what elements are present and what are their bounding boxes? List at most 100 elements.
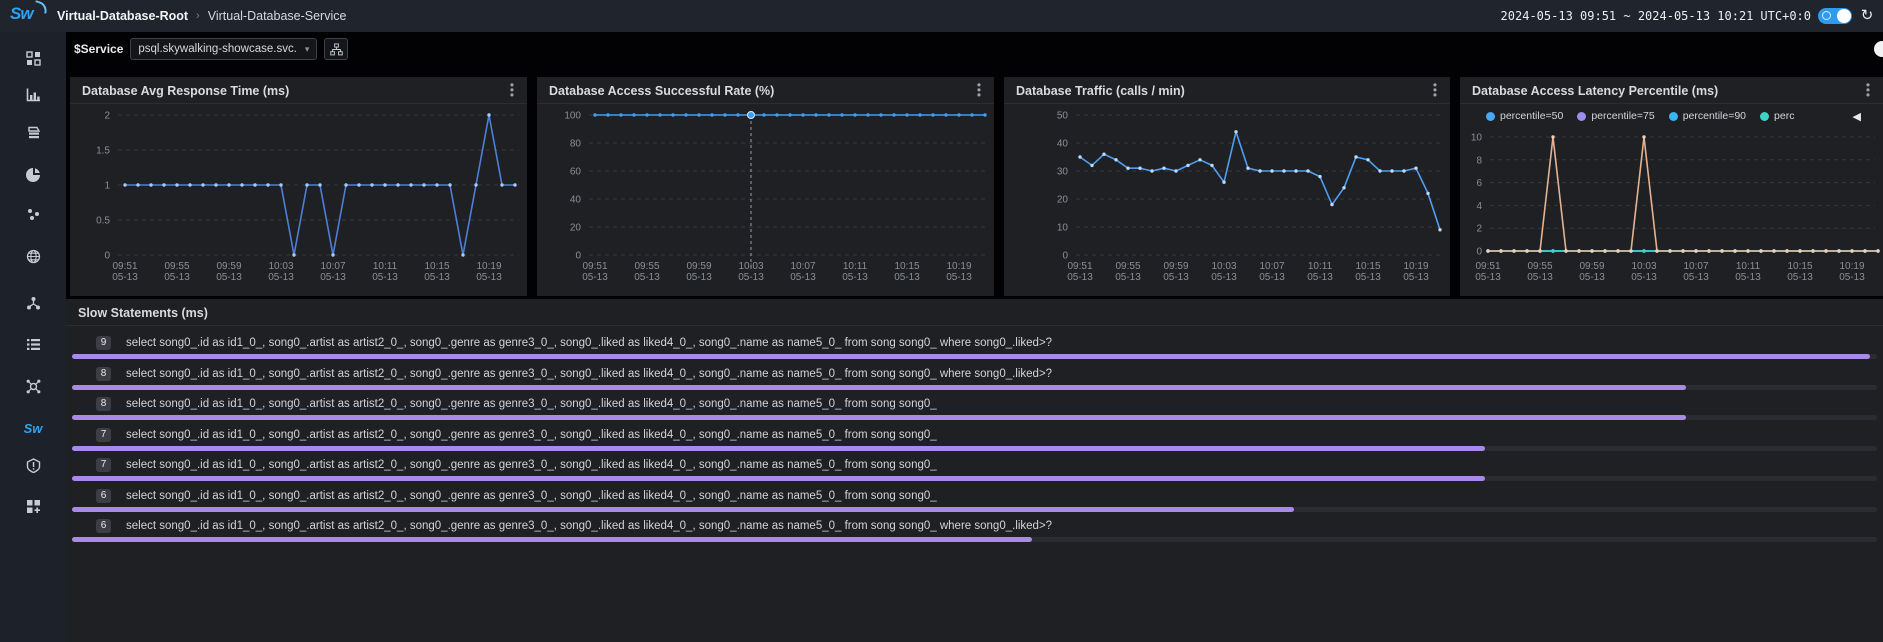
- panel-title: Database Access Latency Percentile (ms): [1472, 84, 1718, 98]
- svg-text:10: 10: [1471, 133, 1483, 144]
- breadcrumb-leaf[interactable]: Virtual-Database-Service: [208, 9, 347, 23]
- sidebar-item-database[interactable]: [0, 120, 66, 146]
- pie-chart-icon: [26, 168, 41, 183]
- statement-sql-text: select song0_.id as id1_0_, song0_.artis…: [126, 520, 1863, 532]
- slow-statement-row[interactable]: 8select song0_.id as id1_0_, song0_.arti…: [66, 366, 1883, 396]
- panel-chart-2: Database Traffic (calls / min) ••• 0102030…: [1004, 77, 1450, 296]
- svg-text:60: 60: [570, 167, 582, 178]
- sidebar-item-topology[interactable]: [0, 290, 66, 316]
- svg-text:05-13: 05-13: [216, 272, 242, 283]
- svg-text:05-13: 05-13: [738, 272, 764, 283]
- sidebar-item-dashboards[interactable]: [0, 45, 66, 71]
- statement-bar-track: [72, 415, 1877, 420]
- skywalking-dashboard: Sw Virtual-Database-Root › Virtual-Datab…: [0, 0, 1883, 642]
- svg-text:10:11: 10:11: [373, 261, 398, 272]
- statement-latency-badge: 7: [96, 428, 111, 442]
- top-bar: Sw Virtual-Database-Root › Virtual-Datab…: [0, 0, 1883, 32]
- refresh-icon[interactable]: ↻: [1859, 8, 1875, 24]
- svg-text:10:19: 10:19: [476, 261, 501, 272]
- sidebar-item-grid-plus[interactable]: [0, 493, 66, 519]
- statement-latency-bar: [72, 537, 1032, 542]
- chart-plot-0[interactable]: 00.511.5209:5105-1309:5505-1309:5905-131…: [70, 104, 527, 296]
- sidebar-item-alert[interactable]: [0, 452, 66, 478]
- sidebar-item-network[interactable]: [0, 373, 66, 399]
- svg-text:09:59: 09:59: [1579, 261, 1604, 272]
- chart-plot-1[interactable]: 02040608010009:5105-1309:5505-1309:5905-…: [537, 104, 994, 296]
- statement-bar-track: [72, 446, 1877, 451]
- database-icon: [26, 126, 41, 141]
- sidebar-item-skywalking[interactable]: Sw: [0, 415, 66, 441]
- globe-icon: [26, 249, 41, 264]
- statement-sql-text: select song0_.id as id1_0_, song0_.artis…: [126, 459, 1863, 471]
- utc-label[interactable]: UTC+0:0: [1760, 9, 1811, 23]
- svg-text:09:59: 09:59: [216, 261, 241, 272]
- list-icon: [26, 337, 41, 352]
- slow-statement-row[interactable]: 9select song0_.id as id1_0_, song0_.arti…: [66, 335, 1883, 365]
- statement-bar-track: [72, 354, 1877, 359]
- chart-plot-2[interactable]: 0102030405009:5105-1309:5505-1309:5905-1…: [1004, 104, 1450, 296]
- sidebar-item-globe[interactable]: [0, 243, 66, 269]
- svg-text:05-13: 05-13: [1475, 272, 1501, 283]
- service-bar: $Service psql.skywalking-showcase.svc. ▾: [66, 32, 1883, 66]
- slow-statement-row[interactable]: 6select song0_.id as id1_0_, song0_.arti…: [66, 488, 1883, 518]
- svg-text:10:03: 10:03: [1631, 261, 1656, 272]
- slow-statement-row[interactable]: 7select song0_.id as id1_0_, song0_.arti…: [66, 457, 1883, 487]
- slow-statement-row[interactable]: 7select song0_.id as id1_0_, song0_.arti…: [66, 427, 1883, 457]
- panel-title: Database Avg Response Time (ms): [82, 84, 289, 98]
- service-select[interactable]: psql.skywalking-showcase.svc. ▾: [130, 38, 317, 60]
- svg-text:09:55: 09:55: [1527, 261, 1552, 272]
- dashboards-icon: [26, 51, 41, 66]
- svg-text:1.5: 1.5: [96, 146, 110, 157]
- svg-text:05-13: 05-13: [1163, 272, 1189, 283]
- svg-text:05-13: 05-13: [894, 272, 920, 283]
- svg-text:10:07: 10:07: [320, 261, 345, 272]
- topology-icon: [26, 296, 41, 311]
- sidebar-item-list[interactable]: [0, 331, 66, 357]
- svg-text:05-13: 05-13: [1067, 272, 1093, 283]
- svg-text:05-13: 05-13: [320, 272, 346, 283]
- kebab-menu-icon[interactable]: •••: [972, 83, 986, 99]
- statement-latency-badge: 9: [96, 336, 111, 350]
- svg-text:05-13: 05-13: [1787, 272, 1813, 283]
- svg-text:4: 4: [1476, 201, 1482, 212]
- chart-plot-3[interactable]: 024681009:5105-1309:5505-1309:5905-1310:…: [1460, 104, 1883, 296]
- sidebar-item-bar-chart[interactable]: [0, 81, 66, 107]
- panel-header: Database Access Successful Rate (%)•••: [537, 77, 994, 104]
- kebab-menu-icon[interactable]: •••: [1861, 83, 1875, 99]
- auto-refresh-toggle[interactable]: [1818, 8, 1852, 24]
- panel-header: Database Traffic (calls / min) •••: [1004, 77, 1450, 104]
- panel-title: Database Traffic (calls / min): [1016, 84, 1185, 98]
- statement-latency-badge: 6: [96, 489, 111, 503]
- svg-text:05-13: 05-13: [476, 272, 502, 283]
- statement-latency-badge: 6: [96, 519, 111, 533]
- breadcrumb: Virtual-Database-Root › Virtual-Database…: [57, 0, 346, 32]
- skywalking-logo[interactable]: Sw: [10, 4, 54, 28]
- time-range-picker[interactable]: 2024-05-13 09:51 ~ 2024-05-13 10:21: [1501, 9, 1754, 23]
- svg-text:05-13: 05-13: [634, 272, 660, 283]
- kebab-menu-icon[interactable]: •••: [505, 83, 519, 99]
- sidebar-item-pie-chart[interactable]: [0, 162, 66, 188]
- svg-text:05-13: 05-13: [946, 272, 972, 283]
- logo-swoosh-icon: [33, 0, 49, 14]
- svg-text:2: 2: [104, 111, 110, 122]
- kebab-menu-icon[interactable]: •••: [1428, 83, 1442, 99]
- statement-latency-bar: [72, 507, 1294, 512]
- breadcrumb-root[interactable]: Virtual-Database-Root: [57, 9, 188, 23]
- svg-text:10: 10: [1057, 223, 1069, 234]
- svg-text:09:59: 09:59: [1163, 261, 1188, 272]
- slow-statement-row[interactable]: 6 select song0_.id as id1_0_, song0_.arti…: [66, 518, 1883, 548]
- statement-latency-bar: [72, 446, 1485, 451]
- sidebar-item-scatter[interactable]: [0, 201, 66, 227]
- slow-statement-row[interactable]: 8select song0_.id as id1_0_, song0_.arti…: [66, 396, 1883, 426]
- svg-text:40: 40: [1057, 139, 1069, 150]
- edit-mode-toggle[interactable]: [1874, 41, 1883, 57]
- svg-text:10:19: 10:19: [1403, 261, 1428, 272]
- chevron-down-icon: ▾: [305, 44, 310, 55]
- svg-text:05-13: 05-13: [1355, 272, 1381, 283]
- svg-text:10:19: 10:19: [946, 261, 971, 272]
- panel-chart-3: Database Access Latency Percentile (ms) •…: [1460, 77, 1883, 296]
- svg-text:20: 20: [570, 223, 582, 234]
- service-topology-button[interactable]: [324, 38, 348, 60]
- svg-text:09:55: 09:55: [634, 261, 659, 272]
- svg-text:05-13: 05-13: [1211, 272, 1237, 283]
